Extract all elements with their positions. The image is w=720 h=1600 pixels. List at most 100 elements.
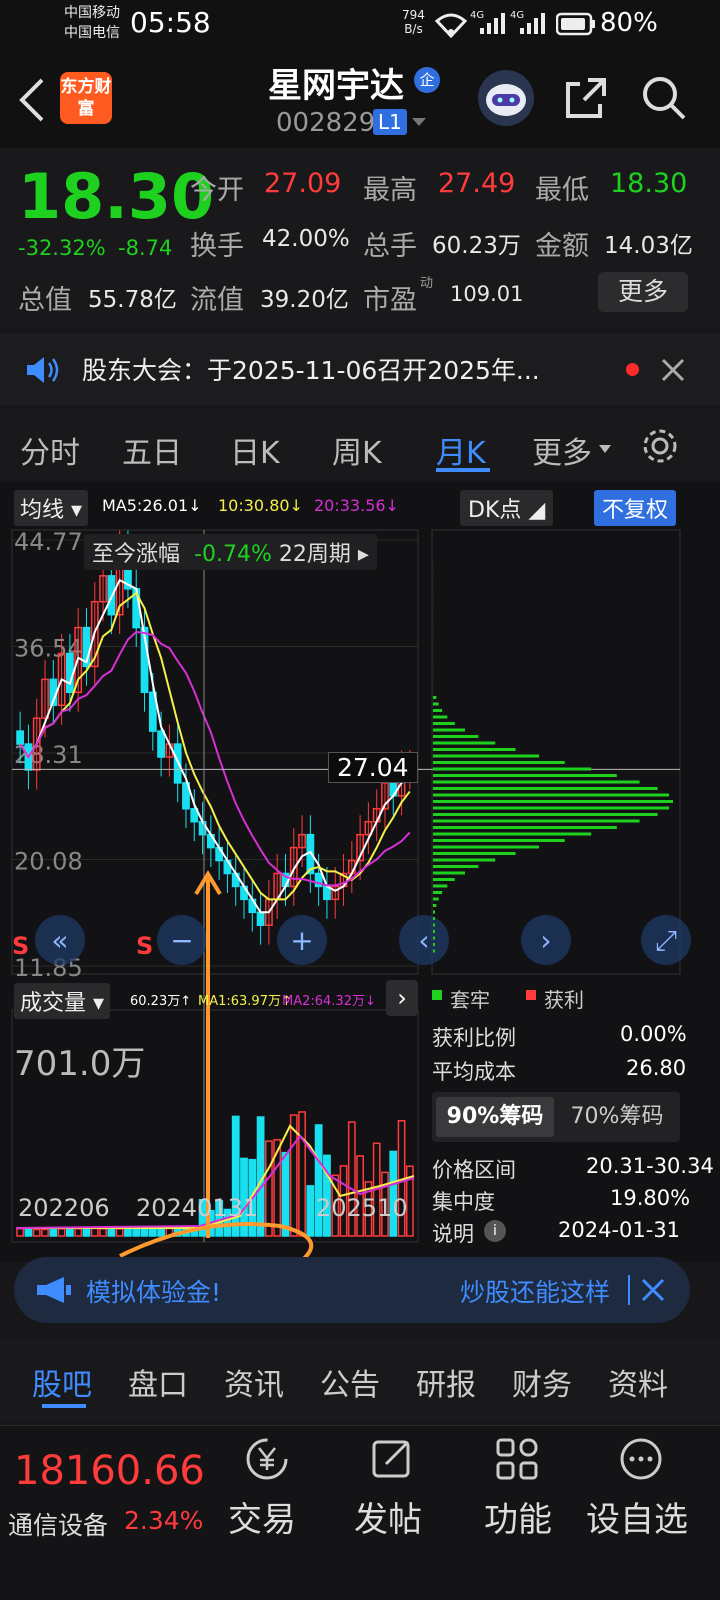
volume-bar bbox=[282, 1153, 288, 1236]
search-icon[interactable] bbox=[640, 74, 688, 122]
level-badge[interactable]: L1 bbox=[373, 109, 407, 135]
sector-index-value[interactable]: 18160.66 bbox=[14, 1448, 205, 1494]
chip-bar bbox=[433, 787, 658, 790]
post-button[interactable]: 发帖 bbox=[354, 1492, 422, 1541]
share-icon[interactable] bbox=[562, 74, 610, 122]
tab-news[interactable]: 资讯 bbox=[224, 1360, 284, 1404]
promo-banner[interactable]: 模拟体验金! 炒股还能这样 bbox=[14, 1257, 690, 1323]
pe-label: 市盈 bbox=[363, 278, 417, 317]
kline-chart-area: 均线 ▾ MA5:26.01↓ 10:30.80↓ 20:33.56↓ DK点 … bbox=[0, 482, 720, 1262]
chip-bar bbox=[433, 722, 455, 725]
promo-close-icon[interactable] bbox=[640, 1277, 666, 1303]
battery-level: 80% bbox=[600, 8, 658, 38]
chip-bar bbox=[433, 911, 435, 914]
period-tabs: 分时 五日 日K 周K 月K 更多 bbox=[0, 410, 720, 480]
tab-more[interactable]: 更多 bbox=[532, 428, 592, 472]
profit-legend-swatch bbox=[526, 990, 536, 1000]
avg-cost-value: 26.80 bbox=[626, 1056, 686, 1080]
chip-bar bbox=[433, 820, 640, 823]
range-change-box[interactable]: 至今涨幅 -0.74% 22周期 ▸ bbox=[84, 534, 377, 570]
net-speed: 794 B/s bbox=[402, 8, 425, 36]
tab-weekly-k[interactable]: 周K bbox=[332, 428, 382, 472]
post-edit-icon[interactable] bbox=[370, 1436, 416, 1482]
more-button[interactable]: 更多 bbox=[598, 272, 688, 312]
tab-research[interactable]: 研报 bbox=[416, 1360, 476, 1404]
notice-bar[interactable]: 股东大会：于2025-11-06召开2025年... bbox=[0, 333, 720, 405]
dk-selector[interactable]: DK点 ◢ bbox=[460, 490, 553, 526]
settings-gear-icon[interactable] bbox=[640, 426, 680, 466]
turnover-label: 换手 bbox=[190, 224, 244, 263]
content-tabs: 股吧 盘口 资讯 公告 研报 财务 资料 bbox=[0, 1340, 720, 1420]
scroll-left-fast-button-glyph: « bbox=[51, 924, 68, 957]
volume-bar bbox=[42, 1229, 48, 1236]
volume-value: 60.23万 bbox=[432, 226, 521, 260]
tab-chip-90[interactable]: 90%筹码 bbox=[436, 1097, 554, 1137]
back-icon[interactable] bbox=[18, 78, 46, 122]
concentration-label: 集中度 bbox=[432, 1186, 495, 1216]
speaker-icon bbox=[24, 355, 60, 385]
add-watchlist-button[interactable]: 设自选 bbox=[586, 1492, 688, 1541]
pe-dynamic-mark: 动 bbox=[420, 272, 433, 291]
tab-chip-70[interactable]: 70%筹码 bbox=[558, 1097, 676, 1137]
function-button[interactable]: 功能 bbox=[484, 1492, 552, 1541]
ma-selector[interactable]: 均线 ▾ bbox=[14, 490, 88, 526]
battery-icon bbox=[556, 12, 596, 36]
candle-body bbox=[158, 731, 164, 757]
trade-button[interactable]: 交易 bbox=[228, 1492, 296, 1541]
sector-name[interactable]: 通信设备 bbox=[8, 1506, 108, 1542]
low-label: 最低 bbox=[535, 168, 589, 207]
y-tick-label: 20.08 bbox=[14, 848, 83, 876]
candle-body bbox=[257, 912, 263, 925]
tab-monthly-k[interactable]: 月K bbox=[436, 428, 486, 472]
tab-profile[interactable]: 资料 bbox=[608, 1360, 668, 1404]
volume-bar bbox=[100, 1229, 106, 1236]
volume-bar bbox=[141, 1228, 147, 1236]
robot-avatar-icon[interactable] bbox=[478, 70, 534, 126]
watchlist-more-icon[interactable] bbox=[618, 1436, 664, 1482]
volume-bar bbox=[92, 1228, 98, 1236]
adjust-type-button[interactable]: 不复权 bbox=[594, 490, 676, 526]
price-range-label: 价格区间 bbox=[432, 1154, 516, 1184]
volume-bar bbox=[50, 1229, 56, 1236]
tab-five-day[interactable]: 五日 bbox=[122, 428, 182, 472]
content-tab-indicator bbox=[42, 1404, 86, 1408]
volume-bar bbox=[83, 1229, 89, 1236]
y-tick-label: 28.31 bbox=[14, 741, 83, 769]
stock-code: 002829 bbox=[276, 108, 375, 138]
trade-yen-icon[interactable] bbox=[244, 1436, 290, 1482]
candle-body bbox=[67, 653, 73, 692]
info-icon[interactable]: i bbox=[484, 1220, 506, 1242]
scroll-right-button-glyph: › bbox=[540, 924, 551, 957]
chip-bar bbox=[433, 937, 435, 940]
chip-bar bbox=[433, 735, 478, 738]
profit-ratio-value: 0.00% bbox=[620, 1022, 687, 1046]
tab-finance[interactable]: 财务 bbox=[512, 1360, 572, 1404]
range-change-label: 至今涨幅 bbox=[92, 542, 180, 567]
tab-intraday[interactable]: 分时 bbox=[20, 428, 80, 472]
chip-tabs: 90%筹码 70%筹码 bbox=[432, 1092, 680, 1142]
chip-bar bbox=[433, 930, 435, 933]
trap-legend-label: 套牢 bbox=[450, 984, 490, 1013]
volume-bar bbox=[150, 1230, 156, 1236]
change-percent: -32.32% bbox=[18, 236, 106, 260]
chip-bar bbox=[433, 813, 658, 816]
float-cap-label: 流值 bbox=[190, 278, 244, 317]
close-icon[interactable] bbox=[660, 357, 686, 383]
volume-bar bbox=[34, 1230, 40, 1237]
pe-value: 109.01 bbox=[450, 282, 523, 306]
app-logo[interactable]: 东方财富 bbox=[60, 72, 112, 124]
expand-chip-button[interactable]: › bbox=[386, 980, 418, 1016]
date-start: 202206 bbox=[18, 1194, 110, 1222]
tab-announcements[interactable]: 公告 bbox=[320, 1360, 380, 1404]
dropdown-icon[interactable] bbox=[410, 116, 428, 128]
tab-pankou[interactable]: 盘口 bbox=[128, 1360, 188, 1404]
function-grid-icon[interactable] bbox=[494, 1436, 540, 1482]
promo-divider bbox=[628, 1275, 630, 1305]
volume-selector[interactable]: 成交量 ▾ bbox=[14, 983, 110, 1019]
volume-max-label: 701.0万 bbox=[14, 1036, 145, 1085]
volume-bar bbox=[299, 1112, 305, 1236]
tab-guba[interactable]: 股吧 bbox=[32, 1360, 92, 1404]
zoom-in-button-glyph: + bbox=[290, 924, 313, 957]
chip-bar bbox=[433, 781, 640, 784]
tab-daily-k[interactable]: 日K bbox=[230, 428, 280, 472]
